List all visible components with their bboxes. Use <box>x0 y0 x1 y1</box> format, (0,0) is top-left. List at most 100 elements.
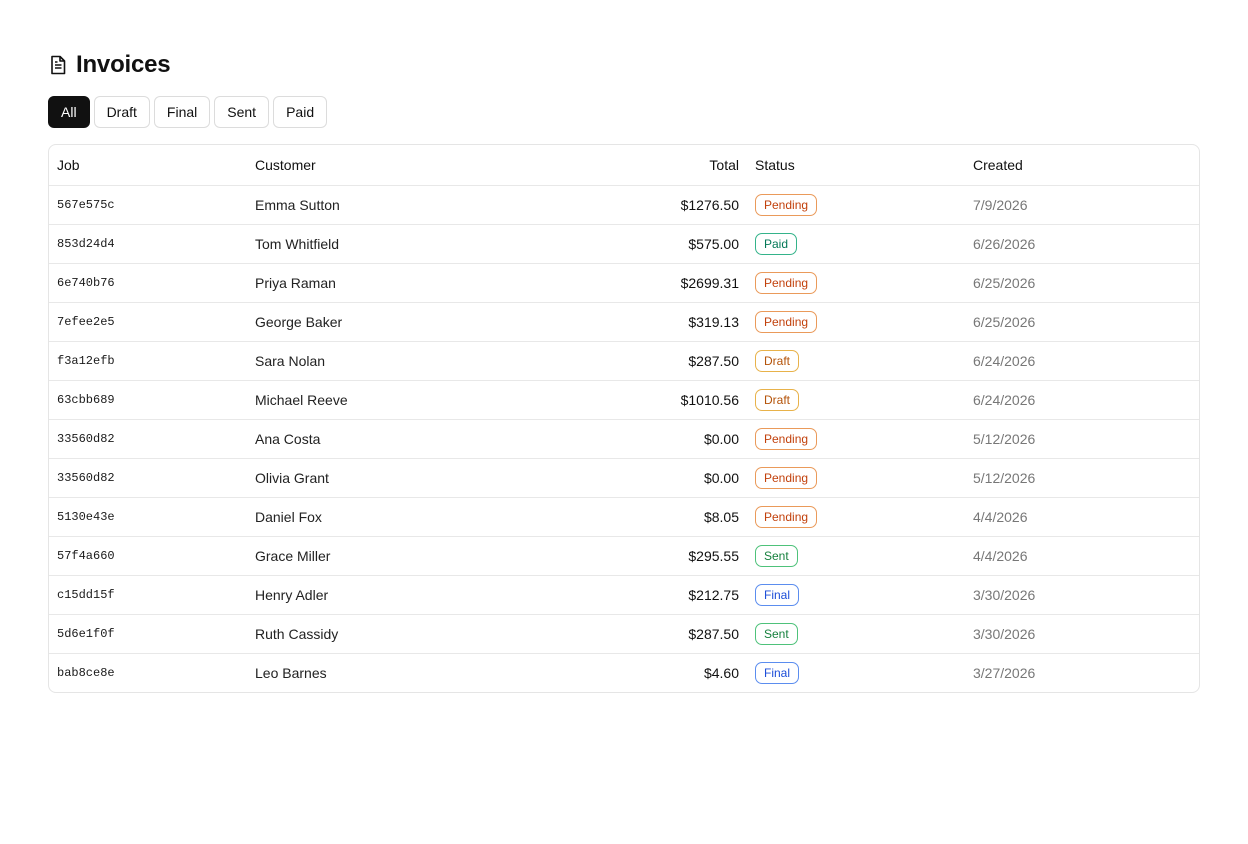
table-row[interactable]: f3a12efb Sara Nolan $287.50 Draft 6/24/2026 <box>49 341 1199 380</box>
job-id-cell: 33560d82 <box>57 431 115 446</box>
status-cell: Pending <box>747 302 965 341</box>
customer-cell: Daniel Fox <box>255 508 322 525</box>
status-cell: Sent <box>747 536 965 575</box>
created-date-cell: 3/27/2026 <box>973 664 1036 681</box>
table-row[interactable]: 63cbb689 Michael Reeve $1010.56 Draft 6/24/2… <box>49 380 1199 419</box>
filter-all-button[interactable]: All <box>48 96 90 128</box>
status-badge: Final <box>755 661 800 684</box>
invoices-table-container: Job Customer Total Status Created 567e57… <box>48 144 1200 693</box>
customer-cell: Sara Nolan <box>255 352 326 369</box>
customer-cell: Tom Whitfield <box>255 235 340 252</box>
created-date-cell: 3/30/2026 <box>973 625 1036 642</box>
total-cell: $295.55 <box>688 547 739 564</box>
customer-cell: George Baker <box>255 313 343 330</box>
created-date-cell: 3/30/2026 <box>973 586 1036 603</box>
table-header-row: Job Customer Total Status Created <box>49 145 1199 185</box>
total-cell: $4.60 <box>703 664 739 681</box>
table-row[interactable]: 5d6e1f0f Ruth Cassidy $287.50 Sent 3/30/2026 <box>49 614 1199 653</box>
status-cell: Pending <box>747 458 965 497</box>
job-id-cell: 57f4a660 <box>57 548 115 563</box>
created-date-cell: 7/9/2026 <box>973 196 1028 213</box>
column-header-total[interactable]: Total <box>497 145 747 185</box>
table-body: 567e575c Emma Sutton $1276.50 Pending 7/9/20… <box>49 185 1199 692</box>
status-badge: Pending <box>755 271 818 294</box>
total-cell: $1010.56 <box>680 391 739 408</box>
customer-cell: Michael Reeve <box>255 391 348 408</box>
filter-final-button[interactable]: Final <box>153 96 211 128</box>
status-badge: Draft <box>755 349 800 372</box>
job-id-cell: 63cbb689 <box>57 392 115 407</box>
job-id-cell: 6e740b76 <box>57 275 115 290</box>
status-cell: Pending <box>747 263 965 302</box>
status-cell: Draft <box>747 341 965 380</box>
filter-sent-button[interactable]: Sent <box>214 96 270 128</box>
filter-paid-button[interactable]: Paid <box>273 96 328 128</box>
table-row[interactable]: 33560d82 Olivia Grant $0.00 Pending 5/12/202… <box>49 458 1199 497</box>
status-cell: Final <box>747 653 965 692</box>
job-id-cell: bab8ce8e <box>57 665 115 680</box>
customer-cell: Priya Raman <box>255 274 336 291</box>
invoices-page: Invoices All Draft Final Sent Paid Job C… <box>48 48 1200 693</box>
job-id-cell: 7efee2e5 <box>57 314 115 329</box>
status-filter-bar: All Draft Final Sent Paid <box>48 96 1200 128</box>
invoices-table: Job Customer Total Status Created 567e57… <box>49 145 1199 692</box>
status-cell: Paid <box>747 224 965 263</box>
table-row[interactable]: 853d24d4 Tom Whitfield $575.00 Paid 6/26/202… <box>49 224 1199 263</box>
total-cell: $212.75 <box>688 586 739 603</box>
column-header-job[interactable]: Job <box>49 145 247 185</box>
job-id-cell: 853d24d4 <box>57 236 115 251</box>
total-cell: $1276.50 <box>680 196 739 213</box>
created-date-cell: 6/24/2026 <box>973 391 1036 408</box>
status-badge: Draft <box>755 388 800 411</box>
created-date-cell: 6/25/2026 <box>973 313 1036 330</box>
status-cell: Pending <box>747 497 965 536</box>
status-cell: Pending <box>747 185 965 224</box>
status-badge: Pending <box>755 427 818 450</box>
table-row[interactable]: 7efee2e5 George Baker $319.13 Pending 6/25/2… <box>49 302 1199 341</box>
status-cell: Draft <box>747 380 965 419</box>
total-cell: $287.50 <box>688 352 739 369</box>
table-row[interactable]: 33560d82 Ana Costa $0.00 Pending 5/12/2026 <box>49 419 1199 458</box>
status-badge: Pending <box>755 466 818 489</box>
created-date-cell: 4/4/2026 <box>973 508 1028 525</box>
filter-draft-button[interactable]: Draft <box>93 96 150 128</box>
page-header: Invoices <box>48 48 1200 82</box>
total-cell: $8.05 <box>703 508 739 525</box>
customer-cell: Olivia Grant <box>255 469 329 486</box>
customer-cell: Leo Barnes <box>255 664 327 681</box>
total-cell: $575.00 <box>688 235 739 252</box>
job-id-cell: f3a12efb <box>57 353 115 368</box>
table-row[interactable]: 5130e43e Daniel Fox $8.05 Pending 4/4/2026 <box>49 497 1199 536</box>
total-cell: $2699.31 <box>680 274 739 291</box>
status-badge: Pending <box>755 505 818 528</box>
column-header-status[interactable]: Status <box>747 145 965 185</box>
status-badge: Sent <box>755 622 798 645</box>
status-badge: Sent <box>755 544 798 567</box>
job-id-cell: 33560d82 <box>57 470 115 485</box>
created-date-cell: 4/4/2026 <box>973 547 1028 564</box>
customer-cell: Grace Miller <box>255 547 331 564</box>
column-header-created[interactable]: Created <box>965 145 1199 185</box>
status-cell: Sent <box>747 614 965 653</box>
page-title: Invoices <box>76 51 171 78</box>
column-header-customer[interactable]: Customer <box>247 145 497 185</box>
customer-cell: Henry Adler <box>255 586 329 603</box>
status-cell: Pending <box>747 419 965 458</box>
customer-cell: Ana Costa <box>255 430 321 447</box>
status-cell: Final <box>747 575 965 614</box>
created-date-cell: 6/25/2026 <box>973 274 1036 291</box>
document-icon <box>48 55 68 75</box>
table-row[interactable]: 567e575c Emma Sutton $1276.50 Pending 7/9/20… <box>49 185 1199 224</box>
table-row[interactable]: 6e740b76 Priya Raman $2699.31 Pending 6/25/2… <box>49 263 1199 302</box>
created-date-cell: 6/26/2026 <box>973 235 1036 252</box>
status-badge: Paid <box>755 232 798 255</box>
status-badge: Pending <box>755 310 818 333</box>
table-row[interactable]: bab8ce8e Leo Barnes $4.60 Final 3/27/2026 <box>49 653 1199 692</box>
table-row[interactable]: 57f4a660 Grace Miller $295.55 Sent 4/4/2026 <box>49 536 1199 575</box>
customer-cell: Ruth Cassidy <box>255 625 339 642</box>
job-id-cell: 5130e43e <box>57 509 115 524</box>
table-row[interactable]: c15dd15f Henry Adler $212.75 Final 3/30/2026 <box>49 575 1199 614</box>
job-id-cell: 567e575c <box>57 197 115 212</box>
job-id-cell: 5d6e1f0f <box>57 626 115 641</box>
job-id-cell: c15dd15f <box>57 587 115 602</box>
